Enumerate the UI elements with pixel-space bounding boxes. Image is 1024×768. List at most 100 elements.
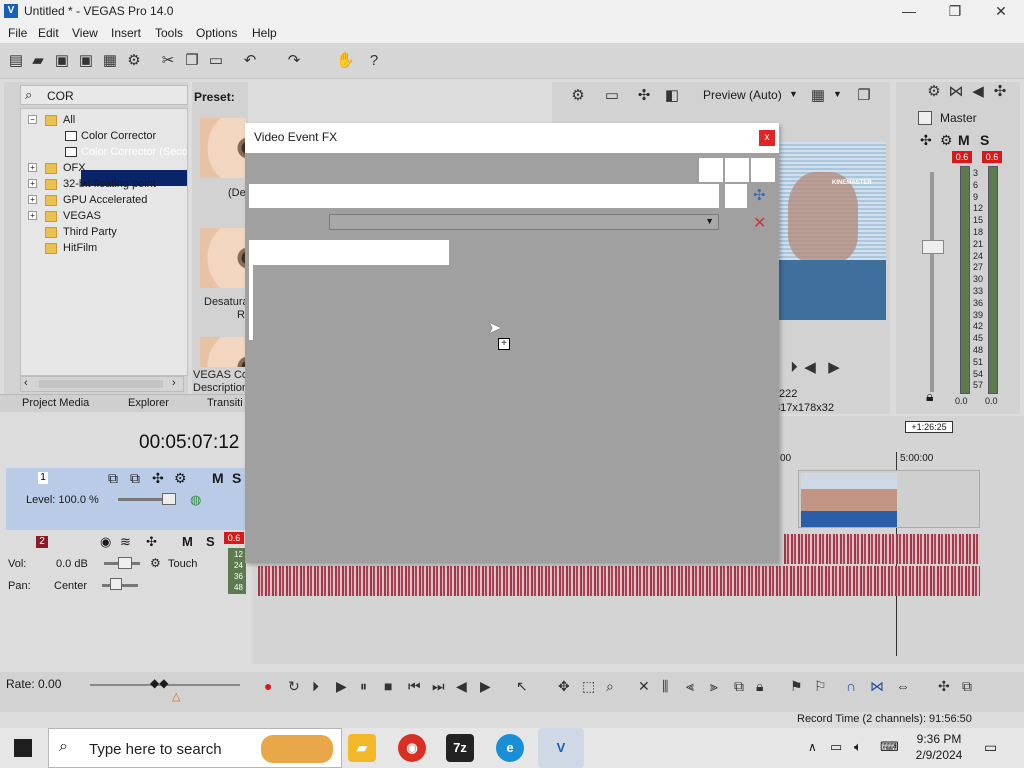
master-settings-icon[interactable]: ⚙ bbox=[940, 132, 953, 149]
overlays-icon[interactable]: ◧ bbox=[664, 88, 680, 104]
go-to-end-button[interactable]: ⏭ bbox=[432, 678, 445, 695]
maximize-button[interactable]: ❐ bbox=[932, 0, 978, 23]
copy-snapshot-icon[interactable]: ❐ bbox=[856, 88, 872, 104]
ignore-grouping-icon[interactable]: ⧉ bbox=[962, 678, 972, 695]
help-question-icon[interactable]: ? bbox=[366, 53, 382, 69]
track-solo-button[interactable]: S bbox=[206, 534, 215, 549]
scroll-left-icon[interactable]: ‹ bbox=[24, 377, 28, 389]
track-mute-button[interactable]: M bbox=[212, 470, 224, 486]
keyboard-icon[interactable]: ⌨ bbox=[880, 739, 899, 755]
plugin-search-input[interactable]: COR bbox=[47, 89, 74, 103]
undo-icon[interactable]: ↶ bbox=[242, 53, 258, 69]
volume-muted-icon[interactable]: 🔈︎ bbox=[854, 739, 862, 755]
whats-this-icon[interactable]: ✋ bbox=[336, 53, 355, 69]
auto-crossfade-icon[interactable]: ⋈ bbox=[870, 678, 884, 695]
system-clock[interactable]: 9:36 PM 2/9/2024 bbox=[912, 731, 966, 763]
fx-chain-button[interactable] bbox=[699, 158, 723, 182]
tab-explorer[interactable]: Explorer bbox=[128, 397, 169, 409]
master-solo-button[interactable]: S bbox=[980, 132, 989, 148]
external-monitor-icon[interactable]: ▭ bbox=[604, 88, 620, 104]
tree-expand-icon[interactable]: + bbox=[28, 179, 37, 188]
minimize-button[interactable]: — bbox=[886, 0, 932, 23]
prev-frame-icon[interactable]: ◀ bbox=[802, 360, 818, 376]
tab-project-media[interactable]: Project Media bbox=[22, 397, 89, 409]
paste-icon[interactable]: ▭ bbox=[208, 53, 224, 69]
split-icon[interactable]: ⧉ bbox=[734, 678, 744, 695]
stop-button[interactable]: ■ bbox=[384, 678, 392, 694]
downmix-icon[interactable]: ⋈ bbox=[948, 84, 964, 100]
redo-icon[interactable]: ↷ bbox=[286, 53, 302, 69]
tree-node-color-corrector[interactable]: Color Corrector bbox=[65, 128, 156, 144]
menu-edit[interactable]: Edit bbox=[38, 26, 59, 40]
menu-view[interactable]: View bbox=[72, 26, 98, 40]
render-icon[interactable]: ▦ bbox=[102, 53, 118, 69]
fx-chain-button[interactable] bbox=[725, 158, 749, 182]
master-mute-button[interactable]: M bbox=[958, 132, 970, 148]
previous-frame-button[interactable]: ◀ bbox=[456, 678, 467, 695]
cut-icon[interactable]: ✂ bbox=[160, 53, 176, 69]
new-file-icon[interactable]: ▤ bbox=[8, 53, 24, 69]
master-volume-fader[interactable] bbox=[922, 240, 944, 254]
plugin-search-box[interactable]: ⌕ COR bbox=[20, 85, 188, 105]
level-slider-thumb[interactable] bbox=[162, 493, 176, 505]
track-mute-button[interactable]: M bbox=[182, 534, 193, 549]
trim-start-icon[interactable]: ⫷ bbox=[686, 678, 694, 695]
trim-icon[interactable]: ⫼ bbox=[662, 678, 668, 695]
scrollbar-thumb[interactable] bbox=[39, 380, 163, 388]
lock-envelopes-icon[interactable]: ✣ bbox=[938, 678, 950, 695]
menu-tools[interactable]: Tools bbox=[155, 26, 183, 40]
copy-icon[interactable]: ❐ bbox=[184, 53, 200, 69]
selection-tool-icon[interactable]: ⬚ bbox=[582, 678, 595, 695]
tree-node-color-corrector-secondary[interactable]: Color Corrector (Seco bbox=[65, 144, 187, 160]
snapping-icon[interactable]: ∩ bbox=[846, 678, 856, 694]
dialog-close-button[interactable]: x bbox=[759, 130, 775, 146]
vol-slider-thumb[interactable] bbox=[118, 557, 132, 569]
scroll-right-icon[interactable]: › bbox=[172, 377, 176, 389]
next-frame-button[interactable]: ▶ bbox=[480, 678, 491, 695]
menu-insert[interactable]: Insert bbox=[111, 26, 141, 40]
preview-properties-icon[interactable]: ⚙ bbox=[570, 88, 586, 104]
audio-waveform-lower[interactable] bbox=[258, 566, 980, 596]
save-icon[interactable]: ▣ bbox=[54, 53, 70, 69]
pan-slider-thumb[interactable] bbox=[110, 578, 122, 590]
close-button[interactable]: ✕ bbox=[978, 0, 1024, 23]
vegas-taskbar-icon[interactable]: V bbox=[538, 728, 584, 768]
tree-expand-icon[interactable]: + bbox=[28, 195, 37, 204]
dim-output-icon[interactable]: ◀ bbox=[970, 84, 986, 100]
tree-node-vegas[interactable]: VEGAS bbox=[45, 208, 101, 224]
remove-plugin-icon[interactable]: ✕ bbox=[753, 213, 766, 233]
tree-node-hitfilm[interactable]: HitFilm bbox=[45, 240, 97, 256]
composite-mode-icon[interactable]: ◍ bbox=[190, 492, 201, 508]
tree-node-all[interactable]: All bbox=[45, 112, 75, 128]
invert-phase-icon[interactable]: ≋ bbox=[120, 534, 131, 550]
plugin-tab[interactable] bbox=[249, 240, 449, 265]
master-properties-icon[interactable]: ⚙ bbox=[926, 84, 942, 100]
menu-help[interactable]: Help bbox=[252, 26, 277, 40]
windows-start-icon[interactable] bbox=[14, 739, 32, 757]
tree-horizontal-scrollbar[interactable]: ‹ › bbox=[20, 376, 184, 392]
tree-collapse-icon[interactable]: − bbox=[28, 115, 37, 124]
fx-chain-button[interactable] bbox=[725, 184, 747, 208]
next-frame-icon[interactable]: ⏵ bbox=[786, 360, 802, 376]
fx-chain-button[interactable] bbox=[751, 158, 775, 182]
compositing-icon[interactable]: ⧉ bbox=[130, 470, 140, 487]
split-screen-icon[interactable]: ✣ bbox=[636, 88, 652, 104]
envelope-tool-icon[interactable]: ✥ bbox=[558, 678, 570, 695]
play-from-start-button[interactable]: ⏵ bbox=[312, 678, 319, 695]
tree-node-ofx[interactable]: OFX bbox=[45, 160, 86, 176]
network-icon[interactable]: ▭ bbox=[830, 739, 842, 755]
zoom-tool-icon[interactable]: ⌕ bbox=[606, 678, 614, 695]
tab-transitions[interactable]: Transiti bbox=[207, 397, 243, 409]
pause-button[interactable]: ⏸ bbox=[360, 678, 367, 695]
7zip-taskbar-icon[interactable]: 7z bbox=[446, 734, 474, 762]
track-settings-icon[interactable]: ⚙ bbox=[174, 470, 187, 487]
tree-expand-icon[interactable]: + bbox=[28, 163, 37, 172]
chevron-down-icon[interactable]: ▼ bbox=[833, 89, 842, 99]
video-track-header[interactable]: 1 ⧉ ⧉ ✣ ⚙ M S Level: 100.0 % ◍ bbox=[6, 468, 246, 530]
master-fx-plugin-icon[interactable]: ✣ bbox=[920, 132, 932, 149]
rate-slider-thumb[interactable]: ◆◆ bbox=[150, 676, 168, 690]
track-fx-icon[interactable]: ✣ bbox=[146, 534, 157, 550]
tree-expand-icon[interactable]: + bbox=[28, 211, 37, 220]
track-fx-icon[interactable]: ✣ bbox=[152, 470, 164, 487]
automation-mode-icon[interactable]: ⚙ bbox=[150, 556, 161, 570]
